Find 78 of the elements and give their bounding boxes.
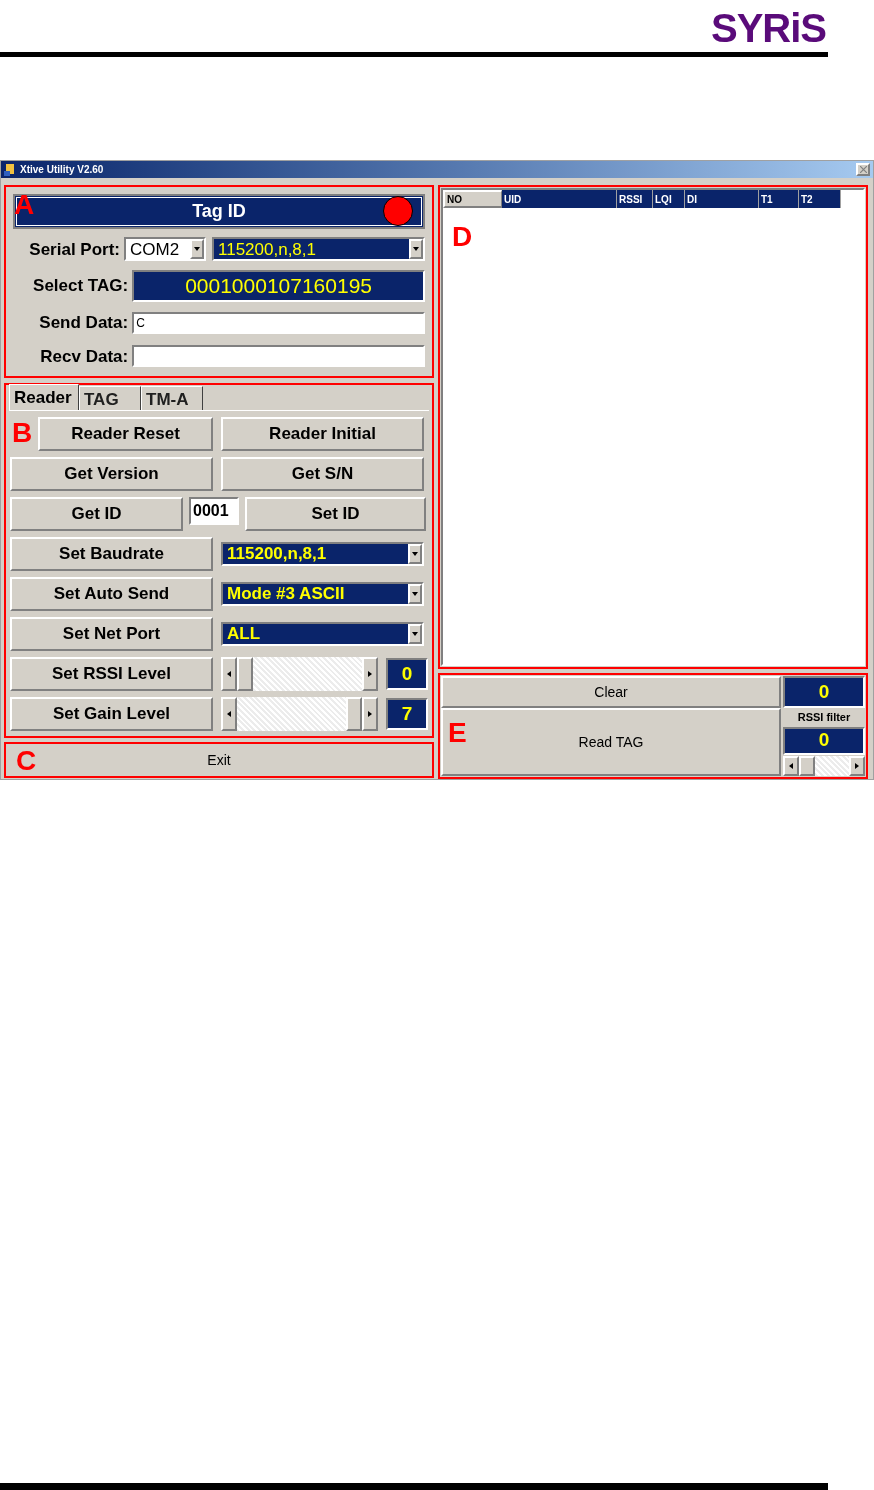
dropdown-arrow-icon [412,591,418,597]
tab[interactable]: TM-A [141,386,203,410]
command-button[interactable]: Set Gain Level [10,697,213,731]
tab[interactable]: Reader [9,384,79,410]
scroll-left-button[interactable] [221,697,237,731]
dropdown-arrow-icon [413,246,419,253]
column-header[interactable]: DI [685,190,759,208]
clear-button[interactable]: Clear [441,676,781,708]
send-data-field[interactable]: C [132,311,425,334]
column-header[interactable]: LQI [653,190,685,208]
command-button[interactable]: Set ID [245,497,426,531]
selected-tag-display: 0001000107160195 [132,270,425,302]
rssi-filter-label: RSSI filter [796,710,852,725]
command-button[interactable]: Reader Initial [221,417,424,451]
annotation-label: C [16,747,37,775]
scroll-left-button[interactable] [783,755,799,776]
field-label: Send Data: [38,312,129,334]
dropdown-button[interactable] [190,239,204,260]
close-icon [859,166,867,173]
scroll-right-button[interactable] [849,755,865,776]
command-button[interactable]: Set Auto Send [10,577,213,611]
field-label: Serial Port: [28,238,120,261]
left-arrow-icon [226,671,232,677]
value-display: 7 [386,698,428,730]
slider-thumb[interactable] [799,755,815,776]
left-arrow-icon [226,711,232,717]
tab[interactable]: TAG [79,386,141,410]
command-button[interactable]: Reader Reset [38,417,213,451]
left-arrow-icon [788,762,794,769]
right-arrow-icon [367,711,373,717]
baud-dropdown[interactable]: 115200,n,8,1 [212,237,425,262]
scroll-right-button[interactable] [362,657,378,691]
dropdown[interactable]: ALL [221,622,424,646]
column-header[interactable]: RSSI [617,190,653,208]
annotation-label: E [448,719,467,747]
column-header[interactable]: UID [502,190,617,208]
scroll-left-button[interactable] [221,657,237,691]
field-label: Recv Data: [39,345,129,368]
field-label: Select TAG: [32,275,129,298]
annotation-label: D [452,223,473,251]
value-display: 0 [386,658,428,690]
right-arrow-icon [367,671,373,677]
command-button[interactable]: Get Version [10,457,213,491]
dropdown-arrow-icon [412,631,418,637]
value-display: 0 [783,726,865,755]
window-title: Xtive Utility V2.60 [20,163,105,177]
dropdown-arrow-icon [412,551,418,557]
dropdown[interactable]: Mode #3 ASCII [221,582,424,606]
command-button[interactable]: Get ID [10,497,183,531]
slider[interactable] [783,755,865,776]
app-icon [4,163,16,176]
slider[interactable] [221,657,378,691]
dropdown[interactable]: 115200,n,8,1 [221,542,424,566]
column-header[interactable]: T2 [799,190,841,208]
dropdown-button[interactable] [408,624,422,644]
company-logo: SYRiS [710,8,826,48]
close-button[interactable] [856,163,870,176]
slider[interactable] [221,697,378,731]
dropdown-arrow-icon [194,246,200,253]
slider-thumb[interactable] [346,697,362,731]
recv-data-field[interactable] [132,345,425,368]
dropdown-button[interactable] [408,584,422,604]
dropdown-button[interactable] [409,239,423,260]
slider-thumb[interactable] [237,657,253,691]
port-dropdown[interactable]: COM2 [124,237,206,262]
command-button[interactable]: Set Net Port [10,617,213,651]
command-button[interactable]: Set RSSI Level [10,657,213,691]
column-header[interactable]: NO [443,190,502,208]
dropdown-button[interactable] [408,544,422,564]
id-field[interactable]: 0001 [189,497,239,525]
annotation-label: B [12,419,33,447]
command-button[interactable]: Set Baudrate [10,537,213,571]
column-header[interactable]: T1 [759,190,799,208]
scroll-right-button[interactable] [362,697,378,731]
tag-id-title: Tag ID [192,199,246,223]
right-arrow-icon [854,762,860,769]
command-button[interactable]: Get S/N [221,457,424,491]
value-display: 0 [783,676,865,708]
